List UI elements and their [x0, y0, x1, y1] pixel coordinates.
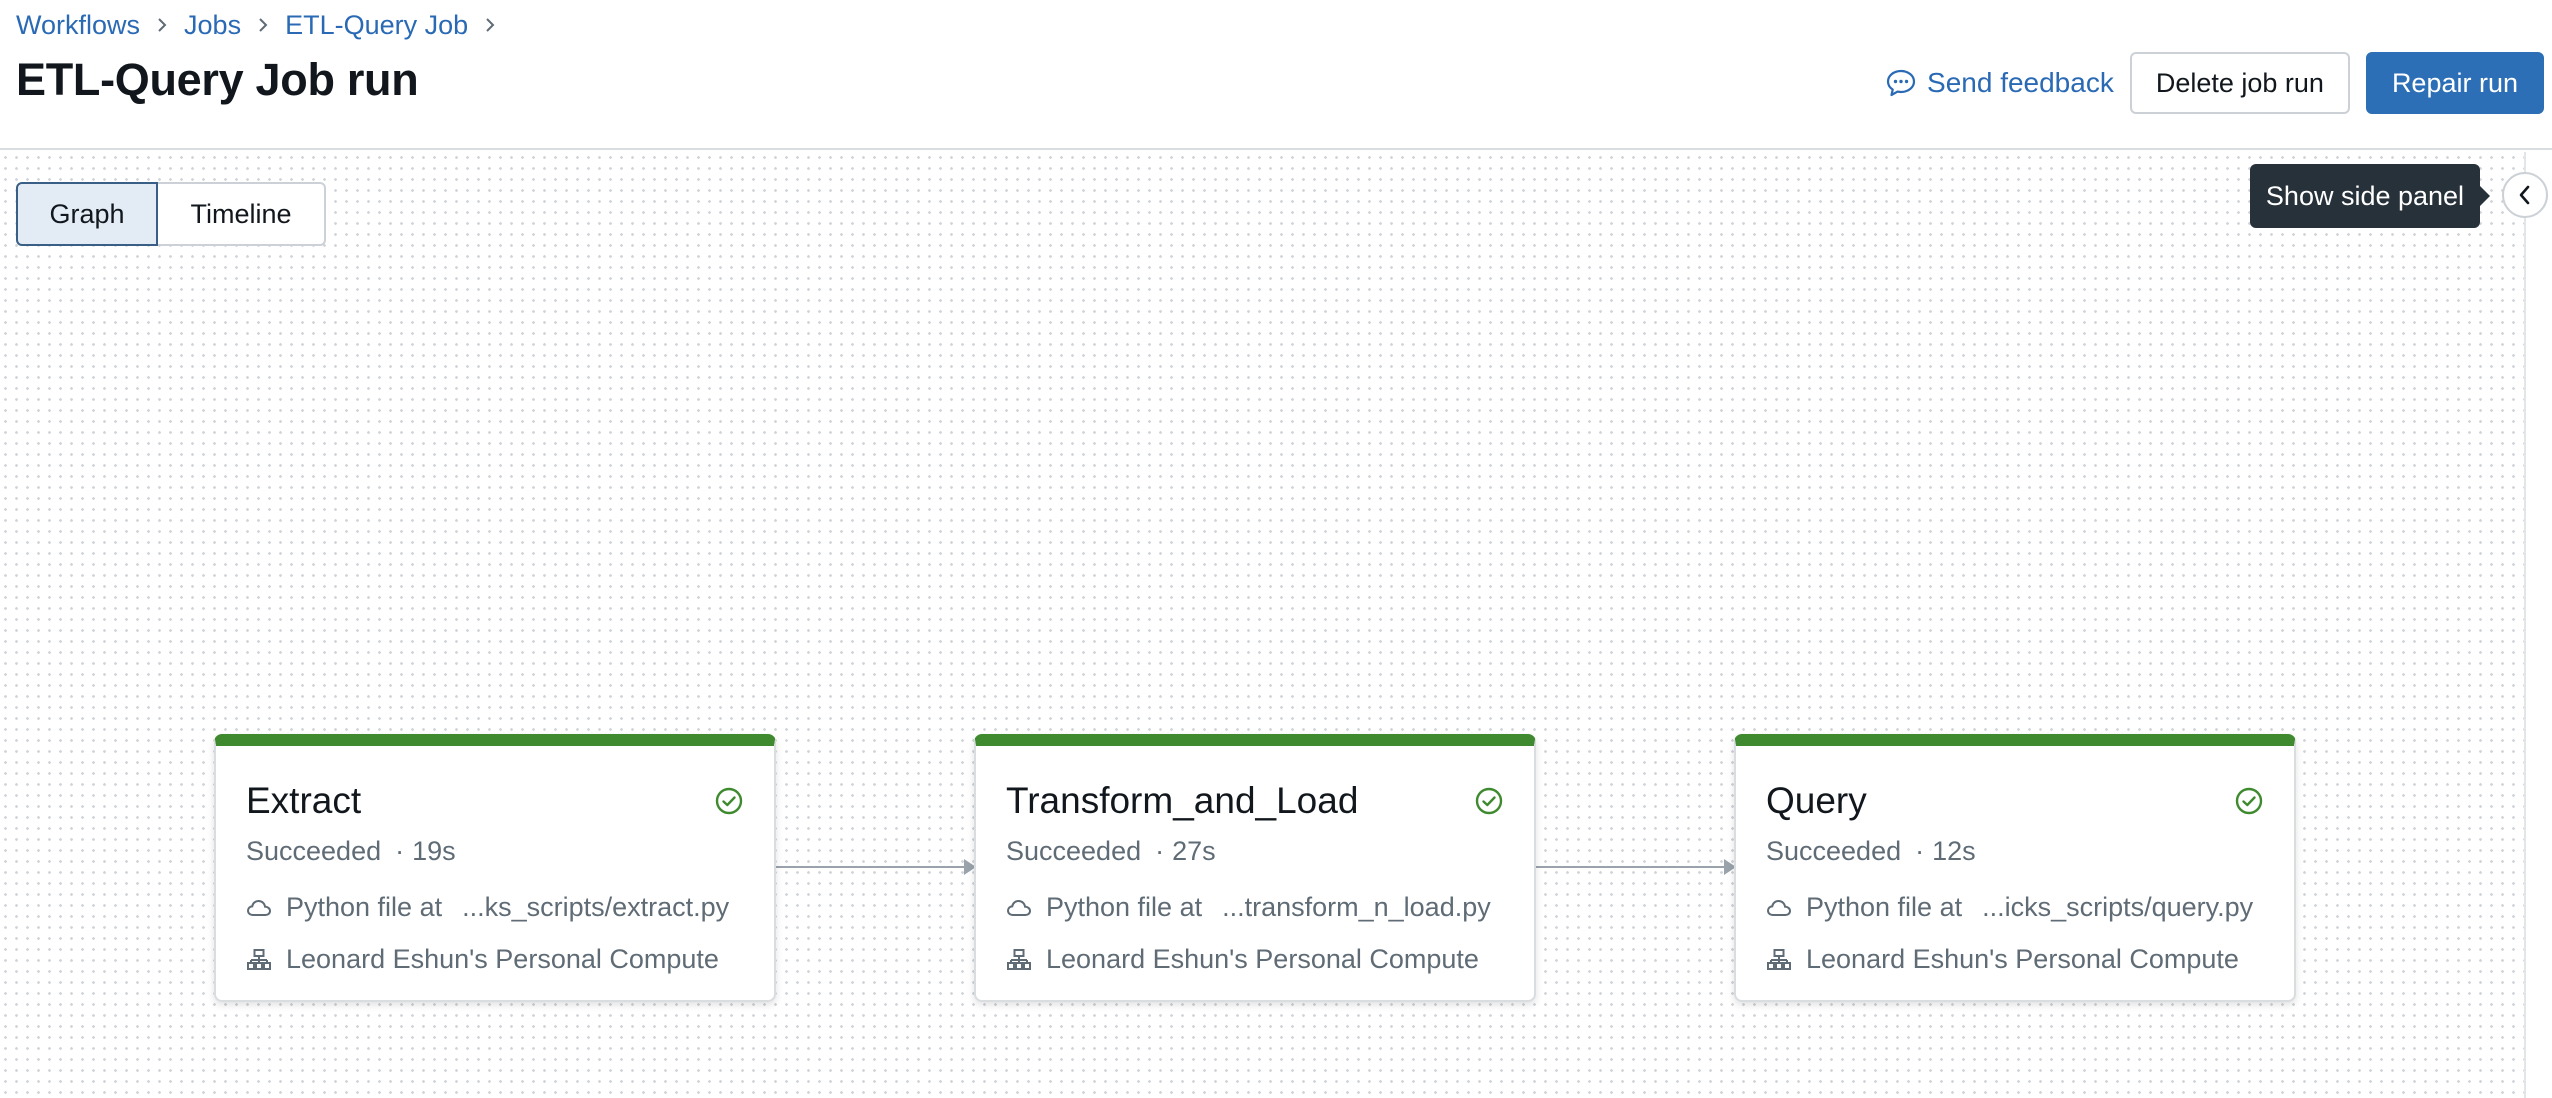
- status-label: Succeeded: [1766, 836, 1902, 866]
- send-feedback-link[interactable]: Send feedback: [1885, 67, 2114, 99]
- breadcrumb-jobs[interactable]: Jobs: [184, 10, 241, 41]
- check-circle-icon: [715, 787, 743, 815]
- tab-timeline[interactable]: Timeline: [158, 182, 326, 246]
- duration-label: 19s: [412, 836, 456, 866]
- task-file-row: Python file at ...transform_n_load.py: [1006, 892, 1491, 923]
- task-compute-row: Leonard Eshun's Personal Compute: [1766, 944, 2239, 975]
- show-side-panel-tooltip: Show side panel: [2250, 164, 2490, 228]
- task-name: Transform_and_Load: [1006, 780, 1359, 821]
- tab-graph[interactable]: Graph: [16, 182, 158, 246]
- chevron-right-icon: [156, 17, 168, 33]
- cloud-icon: [1766, 899, 1792, 916]
- task-card-transform-and-load[interactable]: Transform_and_Load Succeeded · 27s Python …: [974, 734, 1536, 1002]
- page-header: Workflows Jobs ETL-Query Job ETL-Query J…: [0, 0, 2552, 150]
- task-compute-row: Leonard Eshun's Personal Compute: [1006, 944, 1479, 975]
- chevron-right-icon: [484, 17, 496, 33]
- status-separator: ·: [1155, 836, 1165, 866]
- breadcrumb-workflows[interactable]: Workflows: [16, 10, 140, 41]
- check-circle-icon: [1475, 787, 1503, 815]
- duration-label: 27s: [1172, 836, 1216, 866]
- view-toggle: Graph Timeline: [16, 182, 326, 246]
- dependency-edge: [776, 866, 972, 868]
- task-status: Succeeded · 12s: [1766, 836, 1976, 867]
- file-prefix-label: Python file at: [1806, 892, 1963, 922]
- task-card-extract[interactable]: Extract Succeeded · 19s Python file at ...…: [214, 734, 776, 1002]
- file-prefix-label: Python file at: [1046, 892, 1203, 922]
- cluster-icon: [247, 948, 271, 970]
- chevron-left-icon: [2519, 185, 2530, 205]
- task-card-query[interactable]: Query Succeeded · 12s Python file at ...ic…: [1734, 734, 2296, 1002]
- page-title: ETL-Query Job run: [16, 54, 419, 105]
- file-path-label: ...transform_n_load.py: [1222, 892, 1491, 922]
- cloud-icon: [1006, 899, 1032, 916]
- breadcrumb: Workflows Jobs ETL-Query Job: [16, 8, 512, 42]
- status-separator: ·: [395, 836, 405, 866]
- status-separator: ·: [1915, 836, 1925, 866]
- check-circle-icon: [2235, 787, 2263, 815]
- compute-label: Leonard Eshun's Personal Compute: [286, 944, 719, 974]
- breadcrumb-etl-query-job[interactable]: ETL-Query Job: [285, 10, 468, 41]
- header-actions: Send feedback Delete job run Repair run: [1885, 52, 2544, 114]
- task-name: Extract: [246, 780, 362, 821]
- duration-label: 12s: [1932, 836, 1976, 866]
- cluster-icon: [1767, 948, 1791, 970]
- dependency-edge: [1536, 866, 1732, 868]
- side-panel-strip: [2526, 152, 2552, 1098]
- send-feedback-label: Send feedback: [1927, 67, 2114, 98]
- cloud-icon: [246, 899, 272, 916]
- task-name: Query: [1766, 780, 1867, 821]
- chevron-right-icon: [257, 17, 269, 33]
- task-file-row: Python file at ...ks_scripts/extract.py: [246, 892, 729, 923]
- cluster-icon: [1007, 948, 1031, 970]
- task-compute-row: Leonard Eshun's Personal Compute: [246, 944, 719, 975]
- delete-job-run-button[interactable]: Delete job run: [2129, 52, 2350, 114]
- task-file-row: Python file at ...icks_scripts/query.py: [1766, 892, 2253, 923]
- file-prefix-label: Python file at: [286, 892, 443, 922]
- task-status: Succeeded · 19s: [246, 836, 456, 867]
- status-label: Succeeded: [1006, 836, 1142, 866]
- compute-label: Leonard Eshun's Personal Compute: [1806, 944, 2239, 974]
- task-status: Succeeded · 27s: [1006, 836, 1216, 867]
- compute-label: Leonard Eshun's Personal Compute: [1046, 944, 1479, 974]
- file-path-label: ...ks_scripts/extract.py: [462, 892, 730, 922]
- file-path-label: ...icks_scripts/query.py: [1982, 892, 2254, 922]
- speech-bubble-icon: [1886, 69, 1916, 97]
- status-label: Succeeded: [246, 836, 382, 866]
- repair-run-button[interactable]: Repair run: [2365, 52, 2544, 114]
- show-side-panel-button[interactable]: [2502, 172, 2548, 218]
